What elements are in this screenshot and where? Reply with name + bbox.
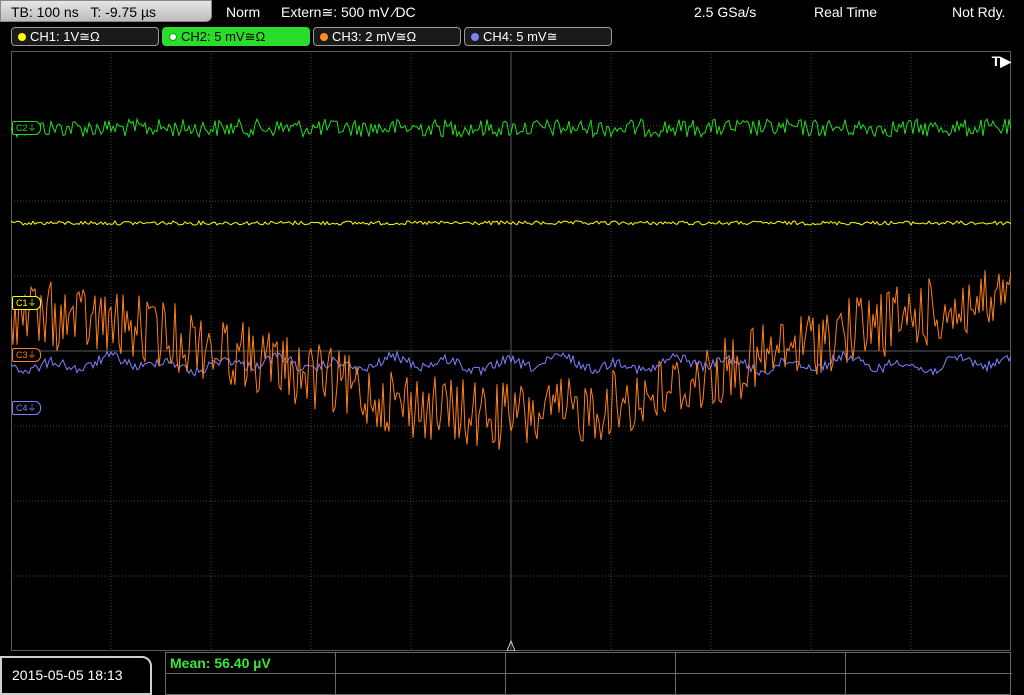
- channel-1-label: CH1: 1V≅Ω: [30, 29, 100, 44]
- top-status-bar: TB: 100 ns T: -9.75 µs Norm Extern≅: 500…: [0, 0, 1024, 24]
- acquisition-status: Not Rdy.: [952, 4, 1006, 20]
- trigger-time-value: T: -9.75 µs: [90, 4, 157, 20]
- waveform-display: [11, 51, 1011, 651]
- channel-3-button[interactable]: CH3: 2 mV≅Ω: [313, 27, 461, 46]
- realtime-mode: Real Time: [814, 4, 878, 20]
- channel-4-offset-marker[interactable]: C4⏚: [12, 401, 41, 415]
- channel-bar: CH1: 1V≅Ω CH2: 5 mV≅Ω CH3: 2 mV≅Ω CH4: 5…: [0, 25, 1024, 47]
- channel-3-color-icon: [320, 33, 328, 41]
- measurement-cell[interactable]: [846, 653, 1012, 674]
- measurement-cell[interactable]: [336, 653, 506, 674]
- channel-3-offset-marker[interactable]: C3⏚: [12, 348, 41, 362]
- trigger-position-indicator[interactable]: T▶: [992, 53, 1011, 70]
- measurement-cell[interactable]: [846, 674, 1012, 695]
- channel-4-color-icon: [471, 33, 479, 41]
- measurement-table[interactable]: Mean: 56.40 µV: [165, 652, 1012, 695]
- channel-4-label: CH4: 5 mV≅: [483, 29, 558, 44]
- timebase-value: TB: 100 ns: [11, 4, 79, 20]
- measurement-cell[interactable]: [506, 674, 676, 695]
- channel-4-button[interactable]: CH4: 5 mV≅: [464, 27, 612, 46]
- bottom-bar: 2015-05-05 18:13 Mean: 56.40 µV: [0, 652, 1024, 695]
- channel-1-color-icon: [18, 33, 26, 41]
- timebase-box[interactable]: TB: 100 ns T: -9.75 µs: [0, 0, 212, 22]
- channel-2-button[interactable]: CH2: 5 mV≅Ω: [162, 27, 310, 46]
- measurement-cell[interactable]: [676, 653, 846, 674]
- measurement-cell[interactable]: [676, 674, 846, 695]
- measurement-cell[interactable]: Mean: 56.40 µV: [166, 653, 336, 674]
- channel-2-label: CH2: 5 mV≅Ω: [181, 29, 266, 44]
- channel-2-color-icon: [169, 33, 177, 41]
- channel-2-offset-marker[interactable]: C2⏚: [12, 121, 41, 135]
- datetime-box: 2015-05-05 18:13: [0, 656, 152, 695]
- measurement-cell[interactable]: [166, 674, 336, 695]
- channel-3-label: CH3: 2 mV≅Ω: [332, 29, 417, 44]
- trigger-settings[interactable]: Extern≅: 500 mV ⁄DC: [281, 0, 416, 24]
- measurement-cell[interactable]: [506, 653, 676, 674]
- measurement-cell[interactable]: [336, 674, 506, 695]
- channel-1-button[interactable]: CH1: 1V≅Ω: [11, 27, 159, 46]
- channel-1-offset-marker[interactable]: C1⏚: [12, 296, 41, 310]
- acquisition-mode[interactable]: Norm: [226, 0, 260, 24]
- sample-rate: 2.5 GSa/s: [694, 4, 757, 20]
- mean-measurement: Mean: 56.40 µV: [170, 655, 271, 671]
